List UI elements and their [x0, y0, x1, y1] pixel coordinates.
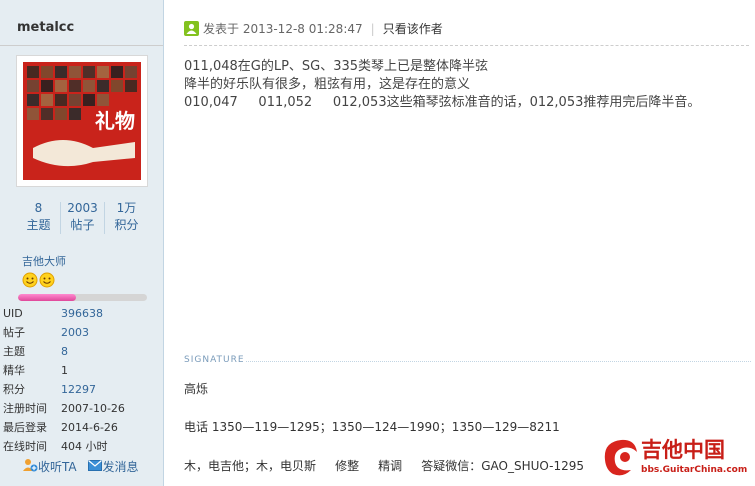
info-row: 主题 8 [3, 342, 163, 361]
post-body: 发表于 2013-12-8 01:28:47 | 只看该作者 011,048在G的L… [164, 0, 755, 486]
info-value[interactable]: 12297 [61, 380, 96, 399]
online-status-icon [184, 21, 199, 36]
author-username[interactable]: metalcc [17, 20, 74, 35]
info-value: 1 [61, 364, 68, 377]
stat-label: 积分 [114, 218, 139, 232]
follow-label: 收听TA [38, 460, 77, 474]
info-value: 2014-6-26 [61, 421, 118, 434]
info-row: 注册时间 2007-10-26 [3, 399, 163, 418]
info-value[interactable]: 8 [61, 342, 68, 361]
info-value: 2007-10-26 [61, 402, 125, 415]
message-label: 发消息 [102, 460, 139, 474]
post-line: 降半的好乐队有很多，粗弦有用，这是存在的意义 [184, 77, 471, 92]
stat-value: 2003 [67, 201, 98, 215]
info-row: 精华 1 [3, 361, 163, 380]
info-row: 积分 12297 [3, 380, 163, 399]
info-key: 注册时间 [3, 402, 47, 415]
rank-stars [22, 272, 56, 291]
signature-header: SIGNATURE [184, 355, 754, 365]
info-row: 在线时间 404 小时 [3, 437, 163, 456]
post-line: 010,047 011,052 012,053这些箱琴弦标准音的话，012,05… [184, 95, 701, 110]
info-key: 帖子 [3, 326, 25, 339]
post-line: 011,048在G的LP、SG、335类琴上已是整体降半弦 [184, 59, 489, 74]
only-author-link[interactable]: 只看该作者 [383, 22, 443, 36]
info-row: 最后登录 2014-6-26 [3, 418, 163, 437]
stat-value: 8 [34, 201, 43, 215]
envelope-icon [88, 460, 103, 471]
stat-value: 1万 [116, 201, 137, 215]
avatar-image: 礼物 [23, 62, 141, 180]
smiley-icon [22, 272, 55, 288]
stat-label: 帖子 [70, 218, 95, 232]
stat-credits[interactable]: 1万 积分 [105, 200, 148, 234]
follow-button[interactable]: 收听TA [22, 458, 77, 475]
post-date: 发表于 2013-12-8 01:28:47 [203, 22, 363, 36]
post-content: 011,048在G的LP、SG、335类琴上已是整体降半弦 降半的好乐队有很多，… [184, 58, 700, 112]
signature-line: 电话 1350—119—1295；1350—124—1990；1350—129—… [184, 420, 560, 434]
info-value: 404 小时 [61, 440, 108, 453]
stat-threads[interactable]: 8 主题 [17, 200, 60, 234]
avatar-text: 礼物 [95, 109, 135, 133]
separator: | [370, 22, 375, 36]
info-value[interactable]: 396638 [61, 304, 103, 323]
info-key: 最后登录 [3, 421, 47, 434]
info-key: 在线时间 [3, 440, 47, 453]
logo-en: bbs.GuitarChina.com [641, 465, 747, 475]
author-stats: 8 主题 2003 帖子 1万 积分 [17, 200, 147, 238]
dragon-logo-icon: 吉他中国 bbs.GuitarChina.com [604, 438, 747, 476]
info-row: UID 396638 [3, 304, 163, 323]
author-info-list: UID 396638 帖子 2003 主题 8 精华 1 积分 12297 注册时间 200… [3, 304, 163, 456]
author-actions: 收听TA 发消息 [22, 458, 138, 475]
signature-label: SIGNATURE [184, 355, 245, 365]
message-button[interactable]: 发消息 [88, 458, 138, 475]
info-value[interactable]: 2003 [61, 323, 89, 342]
info-key: 精华 [3, 364, 25, 377]
info-key: 主题 [3, 345, 25, 358]
site-logo: 吉他中国 bbs.GuitarChina.com [601, 432, 751, 482]
logo-cn: 吉他中国 [641, 438, 725, 462]
rank-progress-bar [18, 294, 147, 301]
divider [0, 45, 163, 46]
info-row: 帖子 2003 [3, 323, 163, 342]
signature-line: 木，电吉他；木，电贝斯 修整 精调 答疑微信：GAO_SHUO-1295 [184, 459, 585, 473]
avatar[interactable]: 礼物 [16, 55, 148, 187]
divider [184, 45, 749, 46]
rank-progress-fill [18, 294, 77, 301]
follow-icon [23, 459, 38, 472]
info-key: 积分 [3, 383, 25, 396]
info-key: UID [3, 307, 23, 320]
signature-line: 高烁 [184, 382, 209, 396]
post-meta: 发表于 2013-12-8 01:28:47 | 只看该作者 [184, 20, 443, 38]
user-rank[interactable]: 吉他大师 [22, 253, 66, 269]
stat-label: 主题 [26, 218, 51, 232]
author-sidebar: metalcc 礼物 8 主题 2003 帖子 1万 积分 吉他大师 UID 3… [0, 0, 164, 486]
stat-posts[interactable]: 2003 帖子 [61, 200, 104, 234]
